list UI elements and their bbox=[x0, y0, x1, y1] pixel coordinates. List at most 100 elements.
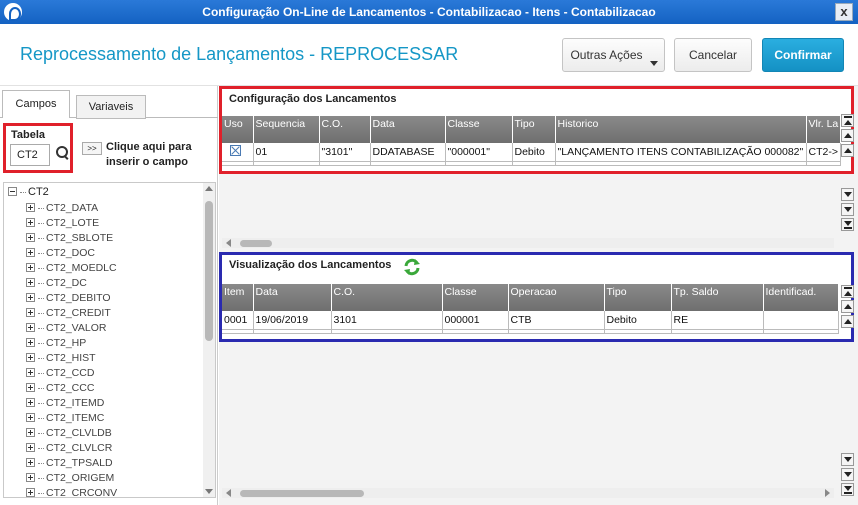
scroll-up-icon[interactable] bbox=[841, 144, 854, 157]
table-cell[interactable]: DDATABASE bbox=[370, 143, 446, 162]
tree-item[interactable]: CT2_CLVLCR bbox=[26, 441, 112, 456]
expand-icon[interactable] bbox=[26, 458, 35, 467]
tab-campos[interactable]: Campos bbox=[2, 90, 70, 118]
tree-item[interactable]: CT2_SBLOTE bbox=[26, 231, 113, 246]
search-icon[interactable] bbox=[56, 146, 70, 160]
scroll-right-icon[interactable] bbox=[825, 489, 830, 497]
refresh-icon[interactable] bbox=[402, 257, 422, 277]
scroll-down-icon[interactable] bbox=[205, 489, 213, 494]
expand-icon[interactable] bbox=[26, 488, 35, 497]
visual-hscroll[interactable] bbox=[222, 488, 834, 498]
config-hscroll[interactable] bbox=[222, 238, 834, 248]
tree-item[interactable]: CT2_TPSALD bbox=[26, 456, 113, 471]
table-cell[interactable]: "000001" bbox=[445, 143, 513, 162]
tab-variaveis[interactable]: Variaveis bbox=[76, 95, 146, 119]
expand-icon[interactable] bbox=[26, 308, 35, 317]
scroll-down-icon[interactable] bbox=[841, 188, 854, 201]
scroll-top-icon[interactable] bbox=[841, 285, 854, 298]
close-button[interactable]: x bbox=[835, 3, 853, 21]
expand-icon[interactable] bbox=[26, 233, 35, 242]
table-cell[interactable]: 3101 bbox=[331, 311, 443, 330]
scroll-up-icon[interactable] bbox=[841, 300, 854, 313]
scroll-down-icon[interactable] bbox=[841, 453, 854, 466]
expand-icon[interactable] bbox=[26, 398, 35, 407]
collapse-icon[interactable] bbox=[8, 187, 17, 196]
table-cell[interactable]: RE bbox=[671, 311, 764, 330]
table-cell[interactable] bbox=[763, 311, 839, 330]
tree-item[interactable]: CT2_CLVLDB bbox=[26, 426, 112, 441]
tree-item[interactable]: CT2_ITEMD bbox=[26, 396, 104, 411]
expand-icon[interactable] bbox=[26, 443, 35, 452]
expand-icon[interactable] bbox=[26, 413, 35, 422]
tree-item[interactable]: CT2_LOTE bbox=[26, 216, 99, 231]
column-header[interactable]: Classe bbox=[442, 284, 509, 311]
tree-item[interactable]: CT2_HIST bbox=[26, 351, 96, 366]
visual-hscroll-thumb[interactable] bbox=[240, 490, 364, 497]
table-cell[interactable]: CT2-> bbox=[806, 143, 842, 162]
tree-item[interactable]: CT2_VALOR bbox=[26, 321, 107, 336]
column-header[interactable]: Vlr. La bbox=[806, 116, 842, 143]
column-header[interactable]: Uso bbox=[222, 116, 254, 143]
expand-icon[interactable] bbox=[26, 353, 35, 362]
column-header[interactable]: Tipo bbox=[604, 284, 672, 311]
expand-icon[interactable] bbox=[26, 293, 35, 302]
table-row[interactable]: 0001 19/06/2019 3101 000001 CTB Debito RE bbox=[222, 311, 839, 330]
scroll-down-icon[interactable] bbox=[841, 468, 854, 481]
table-cell[interactable]: 01 bbox=[253, 143, 320, 162]
scroll-top-icon[interactable] bbox=[841, 114, 854, 127]
table-cell[interactable]: "LANÇAMENTO ITENS CONTABILIZAÇÃO 000082" bbox=[555, 143, 807, 162]
table-row[interactable]: 01 "3101" DDATABASE "000001" Debito "LANÇAMEN… bbox=[222, 143, 842, 162]
tree-item[interactable]: CT2_CCC bbox=[26, 381, 94, 396]
table-cell[interactable]: "3101" bbox=[319, 143, 371, 162]
tabela-input[interactable]: CT2 bbox=[10, 144, 50, 166]
tree-scrollbar[interactable] bbox=[203, 183, 215, 497]
scroll-left-icon[interactable] bbox=[226, 239, 231, 247]
column-header[interactable]: C.O. bbox=[319, 116, 371, 143]
scroll-up-icon[interactable] bbox=[841, 129, 854, 142]
column-header[interactable]: Operacao bbox=[508, 284, 605, 311]
table-cell[interactable]: Debito bbox=[512, 143, 556, 162]
column-header[interactable]: Classe bbox=[445, 116, 513, 143]
tree-root[interactable]: CT2 bbox=[8, 185, 49, 199]
outras-acoes-button[interactable]: Outras Ações bbox=[562, 38, 665, 72]
confirm-button[interactable]: Confirmar bbox=[762, 38, 844, 72]
insert-field-button[interactable]: >> bbox=[82, 142, 102, 155]
expand-icon[interactable] bbox=[26, 218, 35, 227]
tree-item[interactable]: CT2_CREDIT bbox=[26, 306, 111, 321]
checkbox-checked-icon[interactable] bbox=[230, 144, 241, 156]
tree-item[interactable]: CT2_ITEMC bbox=[26, 411, 104, 426]
column-header[interactable]: Sequencia bbox=[253, 116, 320, 143]
column-header[interactable]: Data bbox=[253, 284, 332, 311]
table-cell[interactable]: CTB bbox=[508, 311, 605, 330]
scroll-bottom-icon[interactable] bbox=[841, 483, 854, 496]
column-header[interactable]: Tp. Saldo bbox=[671, 284, 764, 311]
expand-icon[interactable] bbox=[26, 473, 35, 482]
column-header[interactable]: Item bbox=[222, 284, 254, 311]
scroll-left-icon[interactable] bbox=[226, 489, 231, 497]
tree-item[interactable]: CT2_DC bbox=[26, 276, 87, 291]
scroll-up-icon[interactable] bbox=[841, 315, 854, 328]
column-header[interactable]: Data bbox=[370, 116, 446, 143]
expand-icon[interactable] bbox=[26, 203, 35, 212]
column-header[interactable]: Tipo bbox=[512, 116, 556, 143]
tree-scroll-thumb[interactable] bbox=[205, 201, 213, 341]
table-cell[interactable]: Debito bbox=[604, 311, 672, 330]
tree-item[interactable]: CT2_DATA bbox=[26, 201, 98, 216]
expand-icon[interactable] bbox=[26, 278, 35, 287]
expand-icon[interactable] bbox=[26, 248, 35, 257]
cancel-button[interactable]: Cancelar bbox=[674, 38, 752, 72]
expand-icon[interactable] bbox=[26, 323, 35, 332]
scroll-up-icon[interactable] bbox=[205, 186, 213, 191]
table-cell[interactable]: 000001 bbox=[442, 311, 509, 330]
expand-icon[interactable] bbox=[26, 338, 35, 347]
scroll-down-icon[interactable] bbox=[841, 203, 854, 216]
tree-item[interactable]: CT2_DOC bbox=[26, 246, 95, 261]
tree-item[interactable]: CT2_MOEDLC bbox=[26, 261, 117, 276]
table-cell[interactable]: 0001 bbox=[222, 311, 254, 330]
expand-icon[interactable] bbox=[26, 428, 35, 437]
tree-item[interactable]: CT2_DEBITO bbox=[26, 291, 111, 306]
table-cell[interactable]: 19/06/2019 bbox=[253, 311, 332, 330]
tree-item[interactable]: CT2_CCD bbox=[26, 366, 94, 381]
expand-icon[interactable] bbox=[26, 368, 35, 377]
column-header[interactable]: Identificad. bbox=[763, 284, 839, 311]
